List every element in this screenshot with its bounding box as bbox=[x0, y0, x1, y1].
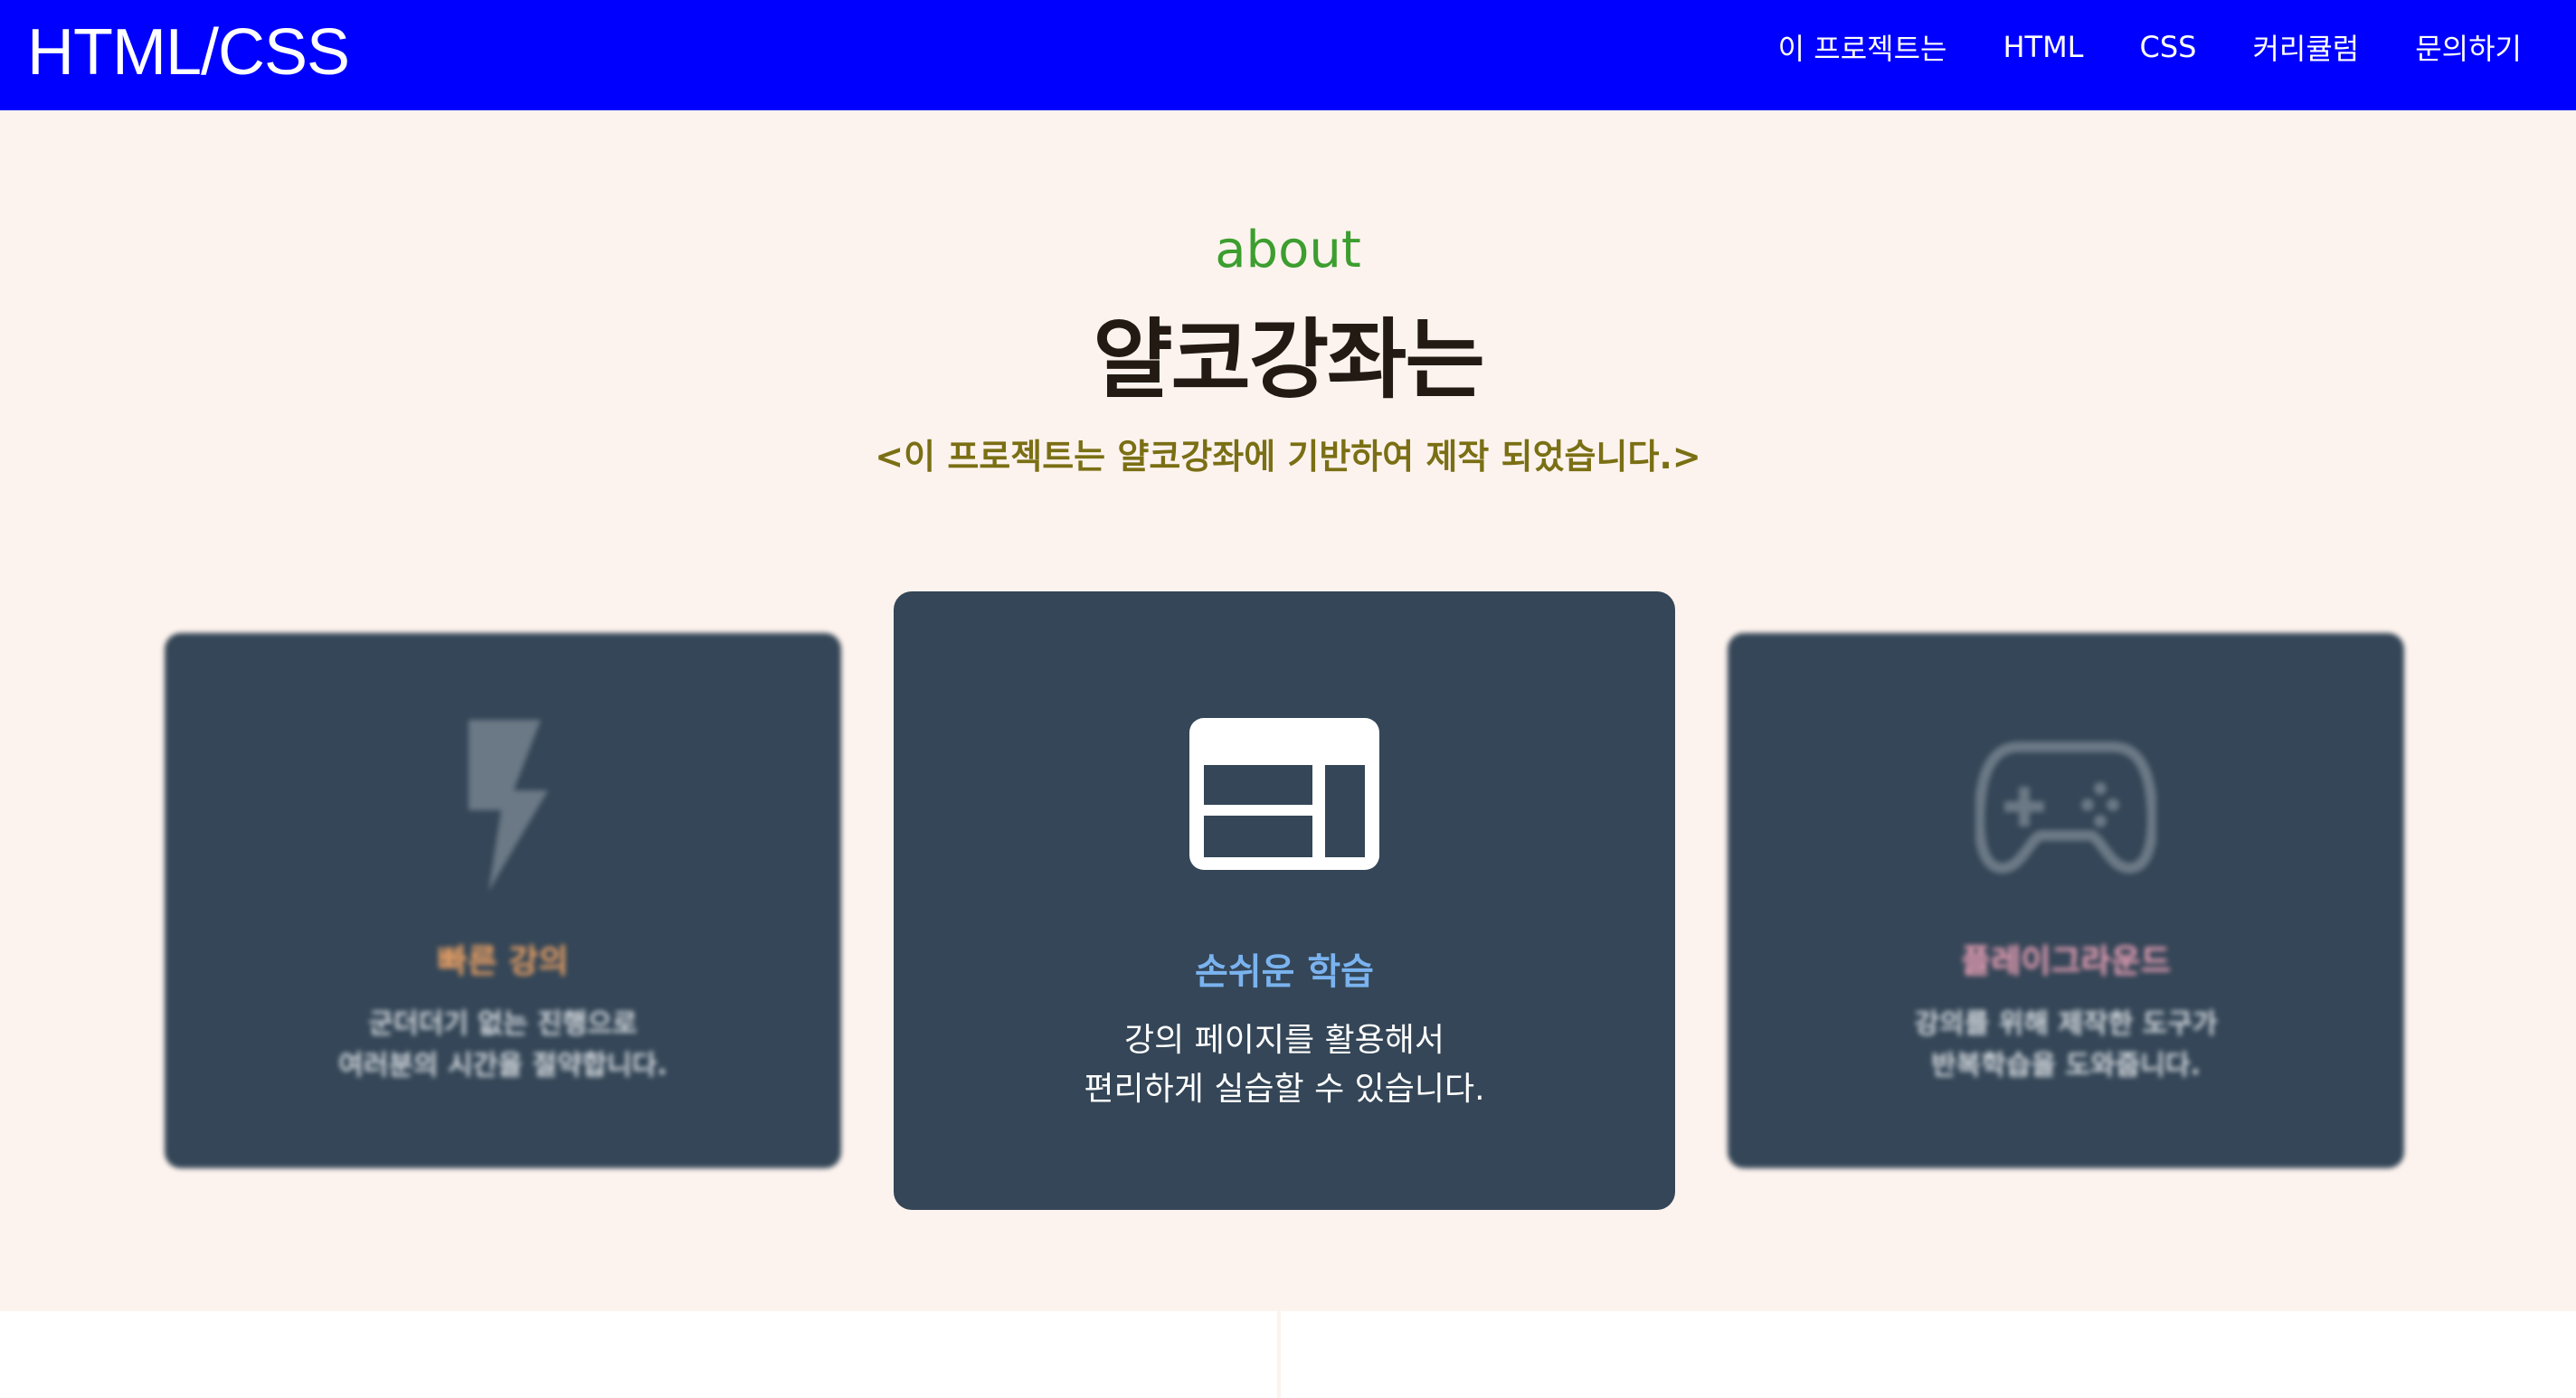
card-title: 손쉬운 학습 bbox=[1195, 951, 1374, 993]
about-section: about 얄코강좌는 <이 프로젝트는 얄코강좌에 기반하여 제작 되었습니다… bbox=[0, 110, 2576, 1311]
section-label: about bbox=[1215, 221, 1361, 279]
main-nav: 이 프로젝트는 HTML CSS 커리큘럼 문의하기 bbox=[1778, 0, 2522, 94]
card-description: 군더더기 없는 진행으로 여러분의 시간을 절약합니다. bbox=[338, 1008, 668, 1082]
nav-link-curriculum[interactable]: 커리큘럼 bbox=[2252, 26, 2359, 68]
layout-window-icon bbox=[894, 718, 1675, 870]
card-description: 강의 페이지를 활용해서 편리하게 실습할 수 있습니다. bbox=[1084, 1022, 1485, 1108]
nav-link-html[interactable]: HTML bbox=[2003, 30, 2083, 64]
card-title: 플레이그라운드 bbox=[1961, 943, 2171, 980]
top-navbar: HTML/CSS 이 프로젝트는 HTML CSS 커리큘럼 문의하기 bbox=[0, 0, 2576, 110]
nav-link-contact[interactable]: 문의하기 bbox=[2415, 26, 2522, 68]
next-section bbox=[0, 1311, 2576, 1398]
lightning-icon bbox=[165, 720, 841, 892]
section-title: 얄코강좌는 bbox=[1093, 309, 1485, 411]
feature-card-fast-lecture[interactable]: 빠른 강의 군더더기 없는 진행으로 여러분의 시간을 절약합니다. bbox=[165, 633, 841, 1168]
nav-link-css[interactable]: CSS bbox=[2140, 30, 2197, 64]
feature-card-easy-learning[interactable]: 손쉬운 학습 강의 페이지를 활용해서 편리하게 실습할 수 있습니다. bbox=[894, 591, 1675, 1210]
nav-link-about[interactable]: 이 프로젝트는 bbox=[1778, 26, 1947, 68]
card-title: 빠른 강의 bbox=[437, 943, 569, 980]
card-description: 강의를 위해 제작한 도구가 반복학습을 도와줍니다. bbox=[1914, 1008, 2218, 1082]
brand-logo[interactable]: HTML/CSS bbox=[27, 13, 350, 92]
divider bbox=[1277, 1311, 1281, 1398]
section-subtitle: <이 프로젝트는 얄코강좌에 기반하여 제작 되었습니다.> bbox=[875, 437, 1701, 477]
feature-card-playground[interactable]: 플레이그라운드 강의를 위해 제작한 도구가 반복학습을 도와줍니다. bbox=[1728, 633, 2404, 1168]
gamepad-icon bbox=[1728, 740, 2404, 875]
